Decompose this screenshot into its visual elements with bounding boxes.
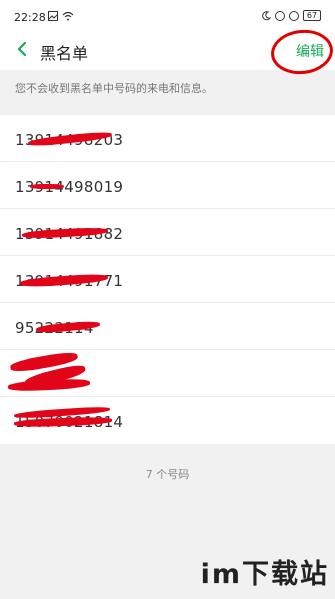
blacklist-list: 13914498203 13914498019 13914491882 1391… [0, 115, 335, 444]
alarm-icon [288, 10, 299, 21]
image-icon [48, 11, 58, 21]
status-bar: 22:28 67 [0, 0, 335, 30]
sound-off-icon [274, 10, 285, 21]
wifi-icon [62, 11, 74, 21]
number-count: 7 个号码 [145, 468, 190, 481]
list-item[interactable]: 15070021814 [0, 397, 335, 444]
watermark-logo: im下载站 [200, 559, 329, 590]
redaction-mark [30, 184, 64, 189]
list-item[interactable] [0, 350, 335, 397]
list-item[interactable]: 13914498203 [0, 115, 335, 162]
list-item[interactable]: 13914491882 [0, 209, 335, 256]
redaction-mark [7, 377, 91, 393]
back-arrow-icon[interactable] [12, 38, 34, 60]
status-right-icons: 67 [261, 10, 321, 21]
status-left-icons [48, 11, 74, 21]
blacklist-notice: 您不会收到黑名单中号码的来电和信息。 [15, 82, 213, 95]
moon-icon [262, 10, 271, 20]
battery-indicator: 67 [302, 10, 321, 21]
list-item[interactable]: 95222114 [0, 303, 335, 350]
list-item[interactable]: 13914498019 [0, 162, 335, 209]
page-title: 黑名单 [40, 44, 89, 63]
list-item[interactable]: 13914491771 [0, 256, 335, 303]
status-time: 22:28 [14, 11, 46, 24]
